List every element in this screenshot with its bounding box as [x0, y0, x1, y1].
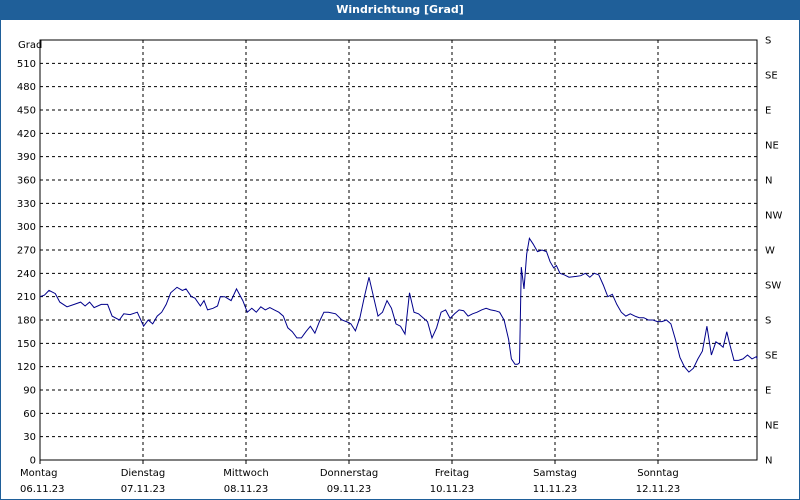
x-tick-date: 06.11.23 [20, 484, 65, 495]
right-tick-label: SE [765, 71, 778, 82]
y-tick-label: 90 [23, 386, 36, 397]
right-tick-label: E [765, 386, 771, 397]
y-tick-label: 300 [17, 222, 36, 233]
right-tick-label: N [765, 176, 772, 187]
x-tick-day: Donnerstag [320, 468, 378, 479]
right-tick-label: NW [765, 211, 782, 222]
x-tick-date: 09.11.23 [327, 484, 372, 495]
y-tick-label: 0 [30, 456, 36, 467]
x-tick-date: 10.11.23 [430, 484, 475, 495]
y-tick-label: 360 [17, 176, 36, 187]
x-tick-date: 08.11.23 [224, 484, 269, 495]
y-tick-label: 60 [23, 409, 36, 420]
x-tick-date: 12.11.23 [636, 484, 681, 495]
right-tick-label: S [765, 316, 771, 327]
x-tick-date: 11.11.23 [533, 484, 578, 495]
y-tick-label: 390 [17, 152, 36, 163]
x-tick-day: Dienstag [121, 468, 166, 479]
x-tick-day: Mittwoch [223, 468, 268, 479]
right-tick-label: SW [765, 281, 781, 292]
y-tick-label: 120 [17, 362, 36, 373]
x-tick-day: Freitag [435, 468, 469, 479]
right-tick-label: NE [765, 141, 779, 152]
right-tick-label: W [765, 246, 775, 257]
y-axis-label: Grad [18, 40, 42, 51]
x-axis: Montag 06.11.23 Dienstag 07.11.23 Mittwoch 08… [20, 460, 680, 495]
y-tick-label: 420 [17, 129, 36, 140]
y-tick-label: 30 [23, 432, 36, 443]
plot-area [39, 39, 758, 461]
right-tick-label: SE [765, 351, 778, 362]
y-tick-label: 150 [17, 339, 36, 350]
x-tick-day: Samstag [533, 468, 577, 479]
y-tick-label: 240 [17, 269, 36, 280]
right-tick-label: S [765, 36, 771, 47]
y-tick-label: 330 [17, 199, 36, 210]
x-tick-date: 07.11.23 [121, 484, 166, 495]
wind-direction-chart: 0 30 60 90 120 150 180 210 240 270 300 330 360 390 420… [17, 36, 783, 496]
y-tick-label: 450 [17, 106, 36, 117]
left-y-axis: 0 30 60 90 120 150 180 210 240 270 300 330 360 390 420… [17, 59, 36, 467]
y-tick-label: 480 [17, 82, 36, 93]
y-tick-label: 510 [17, 59, 36, 70]
right-tick-label: N [765, 456, 772, 467]
y-tick-label: 270 [17, 246, 36, 257]
x-tick-day: Montag [20, 468, 57, 479]
right-y-axis: N NE E SE S SW W NW N NE E SE S [765, 36, 782, 467]
y-tick-label: 180 [17, 316, 36, 327]
right-tick-label: E [765, 106, 771, 117]
right-tick-label: NE [765, 421, 779, 432]
x-tick-day: Sonntag [637, 468, 679, 479]
y-tick-label: 210 [17, 292, 36, 303]
series-line [39, 236, 758, 373]
grid-lines [40, 40, 757, 460]
